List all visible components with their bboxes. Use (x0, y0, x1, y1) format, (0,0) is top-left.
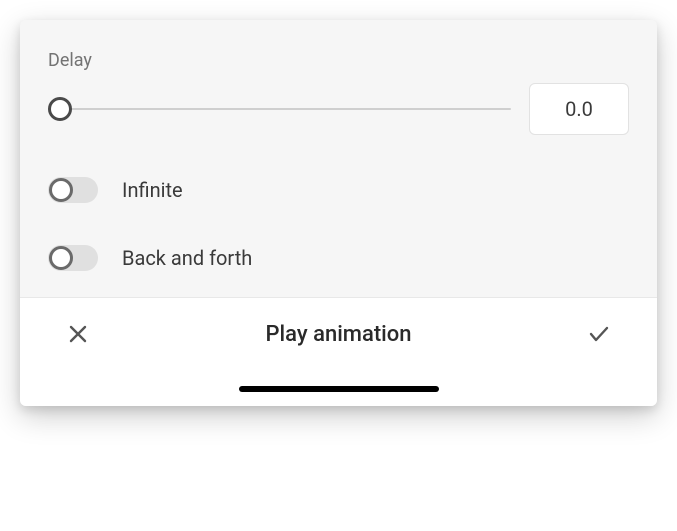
infinite-toggle[interactable] (48, 177, 98, 203)
home-indicator[interactable] (239, 386, 439, 392)
check-icon (587, 322, 611, 346)
footer-bar: Play animation (20, 298, 657, 358)
close-button[interactable] (64, 320, 92, 348)
delay-label: Delay (48, 50, 629, 71)
back-and-forth-row: Back and forth (48, 245, 629, 271)
infinite-label: Infinite (122, 178, 183, 202)
home-indicator-area (20, 358, 657, 406)
settings-content: Delay 0.0 Infinite Back and forth (20, 20, 657, 297)
delay-row: 0.0 (48, 83, 629, 135)
close-icon (66, 322, 90, 346)
infinite-row: Infinite (48, 177, 629, 203)
animation-settings-panel: Delay 0.0 Infinite Back and forth (20, 20, 657, 406)
delay-value-input[interactable]: 0.0 (529, 83, 629, 135)
delay-slider[interactable] (48, 96, 511, 122)
confirm-button[interactable] (585, 320, 613, 348)
footer-title: Play animation (92, 322, 585, 347)
infinite-toggle-knob (49, 178, 73, 202)
delay-slider-track (48, 108, 511, 110)
back-and-forth-toggle[interactable] (48, 245, 98, 271)
back-and-forth-label: Back and forth (122, 246, 252, 270)
delay-slider-thumb[interactable] (48, 97, 72, 121)
back-and-forth-toggle-knob (49, 246, 73, 270)
